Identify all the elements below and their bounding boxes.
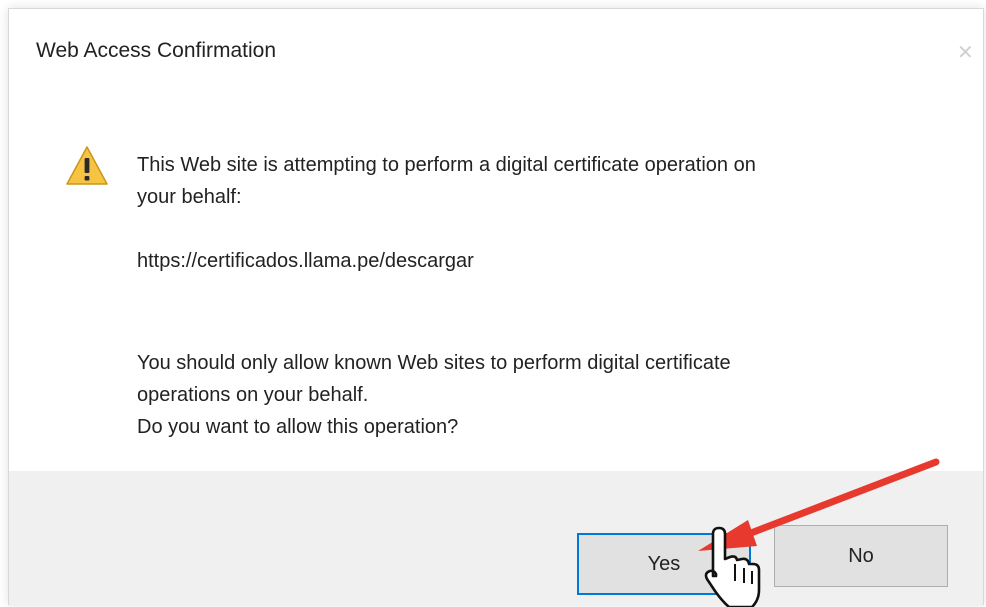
message-line: your behalf: — [137, 186, 242, 208]
no-button[interactable]: No — [774, 525, 948, 587]
site-url: https://certificados.llama.pe/descargar — [137, 250, 474, 272]
close-icon[interactable]: ✕ — [957, 43, 974, 63]
web-access-confirmation-dialog: Web Access Confirmation ✕ This Web site … — [8, 8, 984, 606]
yes-button[interactable]: Yes — [577, 533, 751, 595]
advice-line: You should only allow known Web sites to… — [137, 352, 731, 374]
advice-text: You should only allow known Web sites to… — [137, 347, 731, 443]
warning-icon — [66, 146, 108, 185]
button-bar: Yes No — [9, 471, 983, 606]
question-line: Do you want to allow this operation? — [137, 416, 459, 438]
dialog-title: Web Access Confirmation — [36, 39, 277, 62]
advice-line: operations on your behalf. — [137, 384, 369, 406]
message-line: This Web site is attempting to perform a… — [137, 154, 756, 176]
message-text: This Web site is attempting to perform a… — [137, 149, 756, 213]
